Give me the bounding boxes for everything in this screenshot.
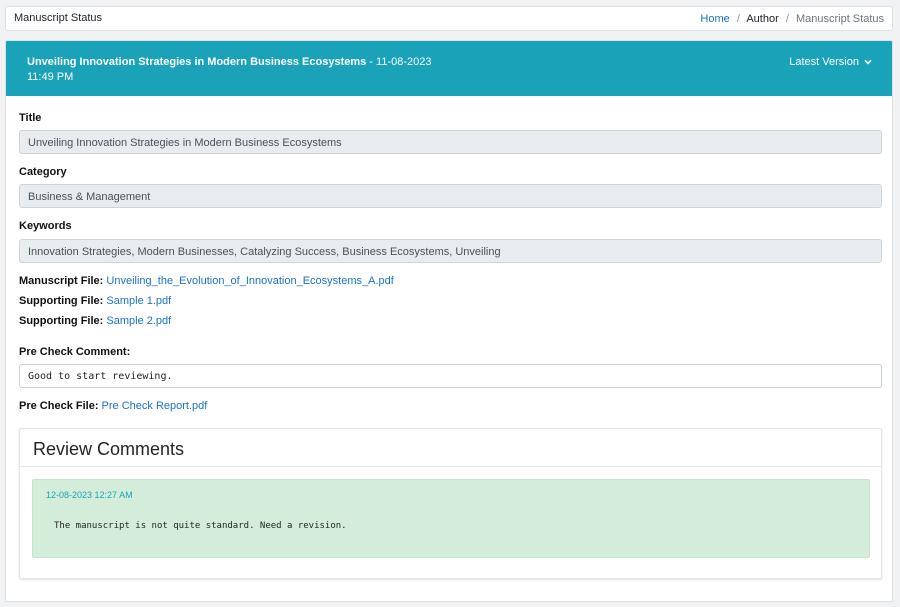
breadcrumb-separator: / bbox=[736, 13, 740, 25]
title-label: Title bbox=[19, 112, 42, 124]
supporting-file-link-1[interactable]: Sample 1.pdf bbox=[106, 295, 171, 307]
manuscript-heading: Unveiling Innovation Strategies in Moder… bbox=[27, 55, 447, 85]
breadcrumb-current: Manuscript Status bbox=[795, 13, 884, 25]
review-comment-date: 12-08-2023 12:27 AM bbox=[46, 490, 133, 500]
category-label: Category bbox=[19, 166, 67, 178]
review-comments-panel: Review Comments 12-08-2023 12:27 AM The … bbox=[19, 428, 882, 579]
keywords-label: Keywords bbox=[19, 220, 72, 232]
review-comments-heading: Review Comments bbox=[33, 439, 185, 459]
version-dropdown[interactable]: Latest Version bbox=[789, 56, 872, 68]
breadcrumb-home-link[interactable]: Home bbox=[700, 13, 729, 25]
supporting-file-row: Supporting File: Sample 2.pdf bbox=[19, 315, 171, 327]
precheck-comment-label: Pre Check Comment: bbox=[19, 346, 131, 358]
page-title: Manuscript Status bbox=[14, 12, 103, 24]
keywords-field: Innovation Strategies, Modern Businesses… bbox=[19, 239, 882, 263]
divider bbox=[20, 466, 881, 467]
manuscript-file-label: Manuscript File: bbox=[19, 275, 104, 287]
chevron-down-icon bbox=[864, 59, 872, 65]
review-comment-item: 12-08-2023 12:27 AM The manuscript is no… bbox=[32, 479, 870, 558]
precheck-comment-field: Good to start reviewing. bbox=[19, 364, 882, 388]
manuscript-card: Unveiling Innovation Strategies in Moder… bbox=[5, 40, 893, 602]
review-comment-text: The manuscript is not quite standard. Ne… bbox=[54, 521, 347, 531]
precheck-file-row: Pre Check File: Pre Check Report.pdf bbox=[19, 400, 207, 412]
supporting-file-label: Supporting File: bbox=[19, 315, 104, 327]
precheck-file-link[interactable]: Pre Check Report.pdf bbox=[102, 400, 208, 412]
manuscript-header: Unveiling Innovation Strategies in Moder… bbox=[6, 41, 892, 96]
manuscript-heading-title: Unveiling Innovation Strategies in Moder… bbox=[27, 56, 367, 68]
category-field: Business & Management bbox=[19, 184, 882, 208]
manuscript-file-link[interactable]: Unveiling_the_Evolution_of_Innovation_Ec… bbox=[106, 275, 393, 287]
supporting-file-label: Supporting File: bbox=[19, 295, 104, 307]
supporting-file-link-2[interactable]: Sample 2.pdf bbox=[106, 315, 171, 327]
breadcrumb-author: Author bbox=[746, 13, 779, 25]
title-field: Unveiling Innovation Strategies in Moder… bbox=[19, 130, 882, 154]
breadcrumb-separator: / bbox=[785, 13, 789, 25]
precheck-file-label: Pre Check File: bbox=[19, 400, 99, 412]
version-label: Latest Version bbox=[789, 56, 859, 68]
breadcrumb: Home / Author / Manuscript Status bbox=[700, 13, 884, 25]
supporting-file-row: Supporting File: Sample 1.pdf bbox=[19, 295, 171, 307]
top-bar: Manuscript Status Home / Author / Manusc… bbox=[5, 6, 893, 31]
manuscript-file-row: Manuscript File: Unveiling_the_Evolution… bbox=[19, 275, 394, 287]
